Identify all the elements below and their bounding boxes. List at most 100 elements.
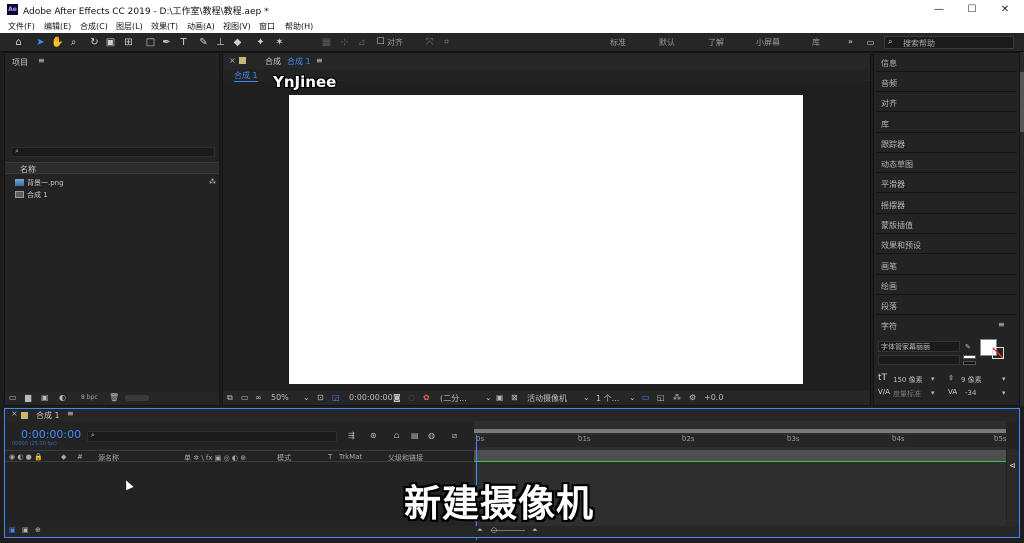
pen-tool-icon[interactable]: ✒ xyxy=(160,36,173,49)
panel-info[interactable]: 信息 xyxy=(876,53,1017,72)
composition-frame[interactable] xyxy=(289,95,803,384)
av-features-icons[interactable]: ◉ ◐ ● 🔒 xyxy=(9,453,43,461)
brush-tool-icon[interactable]: ✎ xyxy=(197,36,210,49)
minimize-button[interactable]: — xyxy=(924,2,954,17)
workspace-small-screen[interactable]: 小屏幕 xyxy=(756,37,780,48)
panel-brushes[interactable]: 画笔 xyxy=(876,256,1017,275)
transparency-grid-icon[interactable]: ◲ xyxy=(332,393,340,402)
menu-composition[interactable]: 合成(C) xyxy=(80,21,108,32)
roto-brush-tool-icon[interactable]: ✦ xyxy=(254,36,267,49)
close-button[interactable]: ✕ xyxy=(990,2,1020,17)
toggle-pixel-aspect-icon[interactable]: ▭ xyxy=(642,393,650,402)
bpc-label[interactable]: 8 bpc xyxy=(81,394,98,401)
swap-colors-icon[interactable] xyxy=(963,361,976,365)
menu-file[interactable]: 文件(F) xyxy=(8,21,35,32)
new-composition-icon[interactable]: ▣ xyxy=(41,393,49,402)
menu-window[interactable]: 窗口 xyxy=(259,21,275,32)
timeline-menu-icon[interactable]: ≡ xyxy=(67,409,74,418)
tracking-value[interactable]: -34 xyxy=(965,389,976,397)
project-settings-icon[interactable]: ◐ xyxy=(59,393,66,402)
show-snapshot-icon[interactable]: ◌ xyxy=(408,393,415,402)
eraser-tool-icon[interactable]: ◆ xyxy=(231,36,244,49)
font-size-value[interactable]: 150 像素 xyxy=(893,375,923,385)
column-mode[interactable]: 模式 xyxy=(277,453,291,463)
project-tab[interactable]: 项目 xyxy=(12,57,28,68)
column-layer-number[interactable]: # xyxy=(77,453,83,461)
panel-mask-interpolation[interactable]: 蒙版插值 xyxy=(876,215,1017,234)
camera-tool-icon[interactable]: ▣ xyxy=(104,36,117,49)
region-of-interest-icon[interactable]: ▣ xyxy=(496,393,504,402)
time-ruler[interactable]: 0s 01s 02s 03s 04s 05s xyxy=(474,435,1007,447)
safe-zones-icon[interactable]: ⊡ xyxy=(317,393,324,402)
delete-icon[interactable]: 🗑 xyxy=(109,393,119,402)
project-item[interactable]: 合成 1 xyxy=(15,190,48,200)
snapping-icon[interactable]: ▦ xyxy=(320,36,333,49)
composition-subtab[interactable]: 合成 1 xyxy=(234,70,258,82)
transparency-icon[interactable]: ⊠ xyxy=(511,393,518,402)
thumbnail-slider[interactable] xyxy=(125,395,149,401)
comp-button-icon[interactable]: ⊲ xyxy=(1009,461,1016,470)
menu-layer[interactable]: 图层(L) xyxy=(116,21,143,32)
viewer-menu-icon[interactable]: ≡ xyxy=(316,56,323,65)
display-icon[interactable]: ▭ xyxy=(241,393,249,402)
label-icon[interactable]: ◆ xyxy=(61,453,66,461)
project-item[interactable]: 背景一.png xyxy=(15,178,64,188)
align-vertical-icon[interactable]: ⌗ xyxy=(440,36,453,49)
project-menu-icon[interactable]: ≡ xyxy=(38,56,45,65)
views-layout-dropdown[interactable]: 1 个... xyxy=(596,393,619,404)
composition-track[interactable] xyxy=(474,450,1006,461)
in-out-toggle-icon[interactable]: ⊕ xyxy=(35,526,41,534)
world-axis-icon[interactable]: ⊿ xyxy=(355,36,368,49)
default-colors-icon[interactable] xyxy=(963,355,976,359)
menu-edit[interactable]: 编辑(E) xyxy=(44,21,71,32)
composition-tab[interactable]: 合成 1 xyxy=(287,56,311,67)
font-style-dropdown[interactable] xyxy=(878,355,960,365)
column-track-matte[interactable]: TrkMat xyxy=(339,453,362,461)
zoom-out-icon[interactable]: ⏶ xyxy=(477,526,483,535)
character-menu-icon[interactable]: ≡ xyxy=(998,320,1005,329)
menu-effect[interactable]: 效果(T) xyxy=(151,21,178,32)
reset-exposure-icon[interactable]: ⚙ xyxy=(689,393,696,402)
motion-blur-icon[interactable]: ◍ xyxy=(428,431,435,440)
color-channels-icon[interactable]: ✿ xyxy=(423,393,430,402)
column-parent-link[interactable]: 父级和链接 xyxy=(388,453,423,463)
workspace-standard[interactable]: 标准 xyxy=(610,37,626,48)
always-preview-icon[interactable]: ⧉ xyxy=(227,393,233,403)
workspace-panel-icon[interactable]: ▭ xyxy=(864,36,877,49)
transfer-controls-toggle-icon[interactable]: ▣ xyxy=(22,526,29,534)
timeline-tab[interactable]: 合成 1 xyxy=(36,410,60,421)
current-time-display[interactable]: 0:00:00:00 xyxy=(349,393,393,402)
scrollbar-thumb[interactable] xyxy=(1020,72,1024,132)
timeline-current-time[interactable]: 0:00:00:00 xyxy=(21,428,81,441)
zoom-tool-icon[interactable]: ⌕ xyxy=(67,36,80,49)
column-track-matte-t[interactable]: T xyxy=(328,453,332,461)
fast-previews-icon[interactable]: ◱ xyxy=(657,393,665,402)
column-switches[interactable]: 单 ✲ \ fx ▣ ◎ ◐ ⊕ xyxy=(184,453,246,463)
menu-view[interactable]: 视图(V) xyxy=(223,21,251,32)
column-source-name[interactable]: 源名称 xyxy=(98,453,119,463)
camera-dropdown[interactable]: 活动摄像机 xyxy=(527,393,567,404)
workspaces-more-icon[interactable]: » xyxy=(848,37,853,46)
hand-tool-icon[interactable]: ✋ xyxy=(51,36,64,49)
lock-icon[interactable] xyxy=(239,57,246,64)
panel-paragraph[interactable]: 段落 xyxy=(876,296,1017,315)
graph-editor-icon[interactable]: ⧄ xyxy=(452,431,457,441)
project-search-input[interactable]: ⌕ xyxy=(11,147,215,157)
align-checkbox[interactable]: ☐ xyxy=(374,36,387,49)
align-horizontal-icon[interactable]: ⤧ xyxy=(423,36,436,49)
font-family-dropdown[interactable]: 字体管家幕丽丽 xyxy=(878,341,960,352)
rectangle-tool-icon[interactable]: □ xyxy=(144,36,157,49)
timeline-search-input[interactable]: ⌕ xyxy=(87,431,337,442)
home-icon[interactable]: ⌂ xyxy=(12,36,25,49)
search-help-input[interactable]: ⌕ 搜索帮助 xyxy=(884,36,1014,49)
work-area-bar[interactable] xyxy=(474,429,1006,433)
flowchart-icon[interactable]: ⁂ xyxy=(209,178,216,186)
panel-wiggler[interactable]: 摇摆器 xyxy=(876,195,1017,214)
eyedropper-icon[interactable]: ✎ xyxy=(965,343,971,351)
character-title[interactable]: 字符 xyxy=(881,321,897,332)
menu-help[interactable]: 帮助(H) xyxy=(285,21,313,32)
panel-audio[interactable]: 音频 xyxy=(876,73,1017,92)
kerning-value[interactable]: 度量标准 xyxy=(893,389,921,399)
panel-library[interactable]: 库 xyxy=(876,114,1017,133)
leading-value[interactable]: 9 像素 xyxy=(961,375,982,385)
